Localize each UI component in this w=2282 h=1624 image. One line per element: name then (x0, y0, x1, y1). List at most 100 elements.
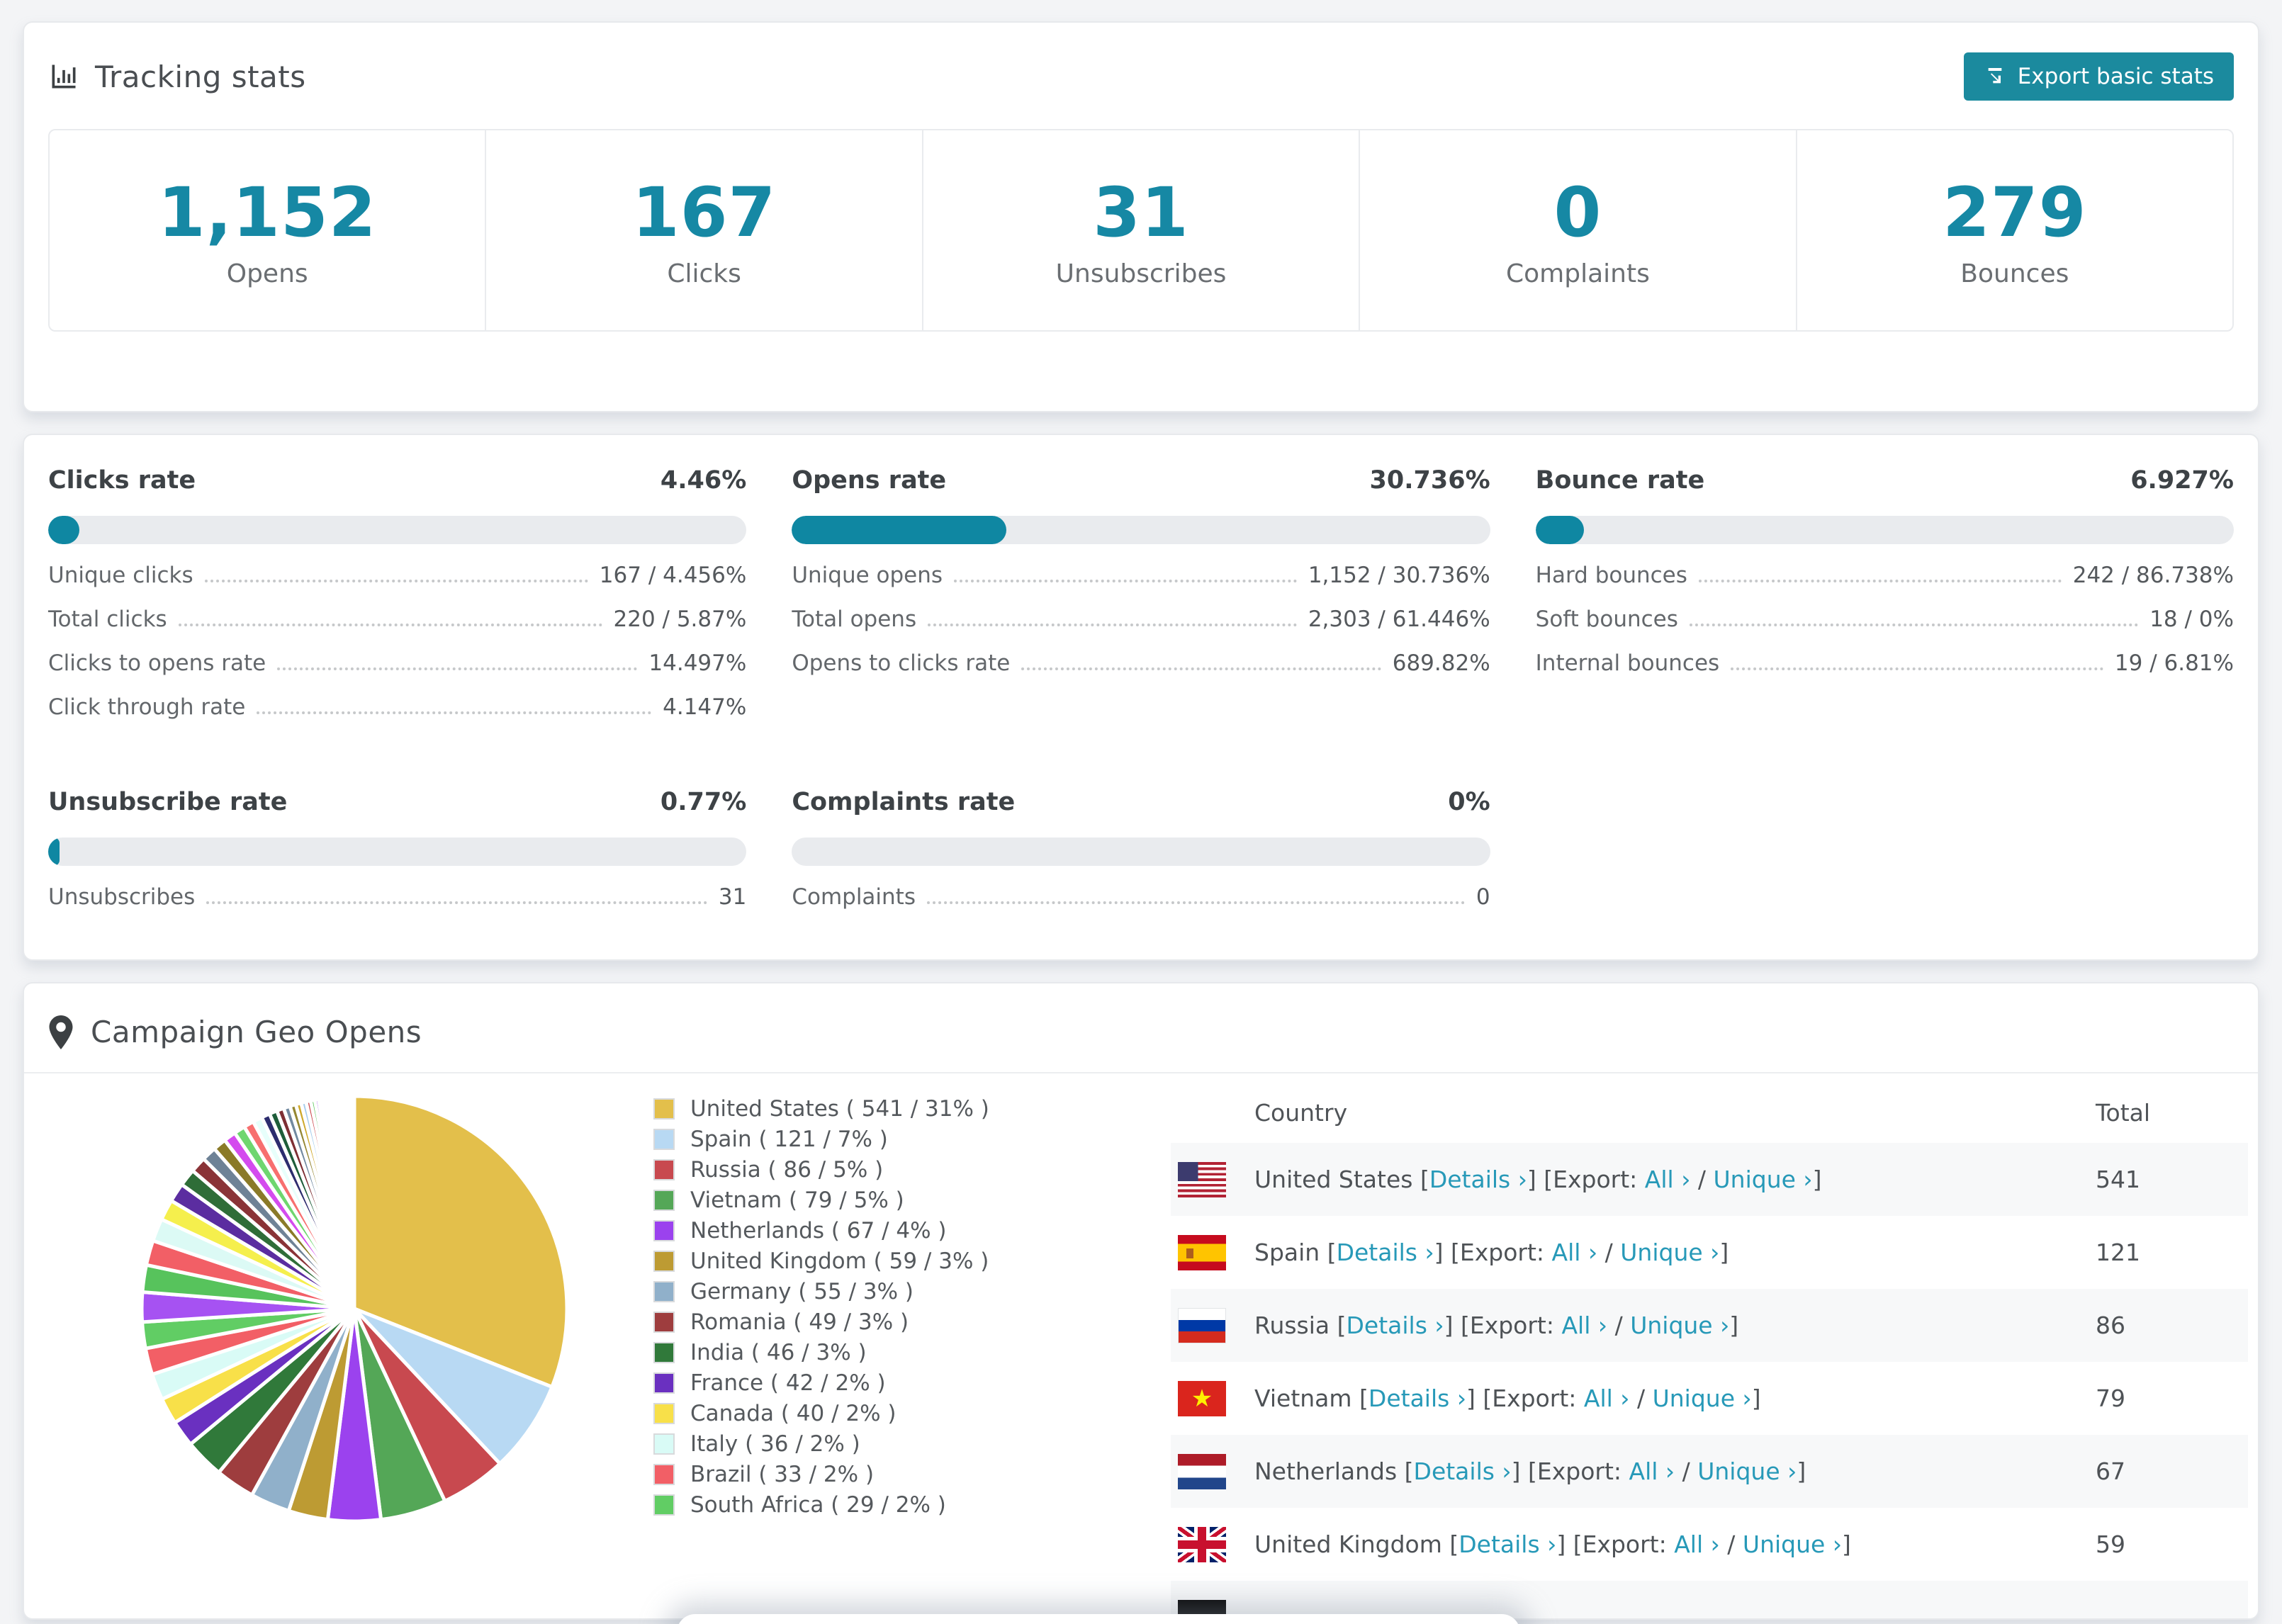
rate-progress-bar (48, 516, 747, 544)
export-unique-link[interactable]: Unique › (1620, 1239, 1719, 1266)
legend-swatch (653, 1311, 675, 1333)
rate-detail-row: Complaints 0 (792, 884, 1490, 910)
rate-detail-row: Clicks to opens rate 14.497% (48, 650, 746, 676)
rate-header: Bounce rate 6.927% (1536, 466, 2234, 495)
dotted-leader (257, 711, 652, 714)
dotted-leader (928, 624, 1297, 626)
details-link[interactable]: Details › (1414, 1457, 1512, 1485)
export-unique-link[interactable]: Unique › (1630, 1312, 1729, 1339)
detail-label: Clicks to opens rate (48, 650, 266, 676)
export-all-link[interactable]: All › (1584, 1385, 1630, 1412)
dotted-leader (204, 580, 588, 582)
country-name: Spain [ (1254, 1239, 1337, 1266)
flag-cell (1171, 1161, 1254, 1197)
export-all-link[interactable]: All › (1629, 1457, 1675, 1485)
country-name: Russia [ (1254, 1312, 1347, 1339)
legend-item-germany: Germany ( 55 / 3% ) (653, 1276, 994, 1307)
export-all-link[interactable]: All › (1561, 1312, 1607, 1339)
details-link[interactable]: Details › (1429, 1166, 1527, 1193)
detail-label: Unique opens (792, 563, 943, 588)
detail-value: 4.147% (663, 694, 747, 720)
country-name: Netherlands [ (1254, 1457, 1414, 1485)
geo-table-row: United States [Details ›] [Export: All ›… (1171, 1143, 2248, 1216)
rate-progress-fill (48, 838, 60, 866)
geo-pie-chart (129, 1083, 583, 1537)
legend-swatch (653, 1402, 675, 1424)
total-cell: 86 (2096, 1312, 2125, 1339)
bracket-text: ] (1812, 1166, 1822, 1193)
legend-swatch (653, 1341, 675, 1363)
country-cell: Vietnam [Details ›] [Export: All › / Uni… (1254, 1385, 2096, 1412)
export-all-link[interactable]: All › (1645, 1166, 1691, 1193)
detail-label: Internal bounces (1535, 650, 1720, 676)
flag-cell (1171, 1234, 1254, 1270)
dotted-leader (206, 901, 707, 904)
dotted-leader (277, 667, 638, 670)
details-link[interactable]: Details › (1458, 1530, 1556, 1558)
country-cell: Netherlands [Details ›] [Export: All › /… (1254, 1457, 2096, 1485)
legend-label: Russia ( 86 / 5% ) (690, 1156, 884, 1183)
legend-label: Italy ( 36 / 2% ) (690, 1431, 860, 1457)
flag-cell (1171, 1526, 1254, 1562)
rate-detail-row: Click through rate 4.147% (48, 694, 746, 720)
bracket-text: ] [Export: (1527, 1166, 1645, 1193)
rate-value: 4.46% (660, 466, 747, 495)
rate-block-unsubscribe-rate: Unsubscribe rate 0.77% Unsubscribes 31 (48, 788, 747, 910)
legend-swatch (653, 1280, 675, 1302)
total-cell: 79 (2096, 1385, 2125, 1412)
details-link[interactable]: Details › (1337, 1239, 1434, 1266)
country-cell: United States [Details ›] [Export: All ›… (1254, 1166, 2096, 1193)
rate-progress-fill (48, 516, 79, 544)
column-header-country: Country (1254, 1098, 1348, 1127)
rates-card: Clicks rate 4.46% Unique clicks 167 / 4.456… (23, 434, 2259, 961)
rate-block-clicks-rate: Clicks rate 4.46% Unique clicks 167 / 4.456… (48, 466, 747, 720)
export-unique-link[interactable]: Unique › (1743, 1530, 1842, 1558)
bracket-text: ] [Export: (1444, 1312, 1562, 1339)
legend-item-united-states: United States ( 541 / 31% ) (653, 1093, 994, 1124)
summary-stat-complaints: 0 Complaints (1359, 130, 1795, 330)
details-link[interactable]: Details › (1347, 1312, 1444, 1339)
total-cell: 59 (2096, 1530, 2125, 1558)
summary-stat-opens: 1,152 Opens (50, 130, 485, 330)
export-unique-link[interactable]: Unique › (1697, 1457, 1797, 1485)
legend-item-brazil: Brazil ( 33 / 2% ) (653, 1459, 994, 1489)
dotted-leader (1731, 667, 2103, 670)
export-all-link[interactable]: All › (1674, 1530, 1720, 1558)
dotted-leader (954, 580, 1297, 582)
geo-table-row: Russia [Details ›] [Export: All › / Uniq… (1171, 1289, 2248, 1362)
export-unique-link[interactable]: Unique › (1714, 1166, 1813, 1193)
legend-item-south-africa: South Africa ( 29 / 2% ) (653, 1489, 994, 1520)
legend-swatch (653, 1158, 675, 1180)
rate-progress-fill (1535, 516, 1584, 544)
rates-grid: Clicks rate 4.46% Unique clicks 167 / 4.456… (48, 466, 2234, 910)
rate-progress-bar (792, 838, 1490, 866)
detail-value: 689.82% (1392, 650, 1490, 676)
details-link[interactable]: Details › (1368, 1385, 1466, 1412)
rate-progress-bar (48, 838, 747, 866)
detail-value: 167 / 4.456% (599, 563, 747, 588)
export-all-link[interactable]: All › (1552, 1239, 1598, 1266)
gb-flag-icon (1178, 1526, 1226, 1562)
flag-cell (1171, 1380, 1254, 1416)
dotted-leader (1698, 580, 2062, 582)
rate-detail-row: Opens to clicks rate 689.82% (792, 650, 1490, 676)
legend-label: Canada ( 40 / 2% ) (690, 1400, 896, 1426)
legend-label: India ( 46 / 3% ) (690, 1339, 867, 1365)
summary-stat-unsubscribes: 31 Unsubscribes (921, 130, 1359, 330)
geo-table-row: United Kingdom [Details ›] [Export: All … (1171, 1508, 2248, 1581)
bar-chart-icon (48, 61, 79, 92)
export-unique-link[interactable]: Unique › (1653, 1385, 1752, 1412)
detail-label: Opens to clicks rate (792, 650, 1011, 676)
detail-label: Complaints (792, 884, 916, 910)
rate-detail-row: Soft bounces 18 / 0% (1536, 607, 2234, 632)
us-flag-icon (1178, 1161, 1226, 1197)
slash-separator: / (1675, 1457, 1698, 1485)
legend-item-united-kingdom: United Kingdom ( 59 / 3% ) (653, 1246, 994, 1276)
flag-cell (1171, 1307, 1254, 1343)
rate-header: Unsubscribe rate 0.77% (48, 788, 746, 816)
bracket-text: ] (1751, 1385, 1761, 1412)
bottom-overlay-shape (677, 1614, 1520, 1624)
export-basic-stats-button[interactable]: Export basic stats (1963, 52, 2234, 101)
dotted-leader (927, 901, 1465, 904)
country-name: Vietnam [ (1254, 1385, 1368, 1412)
